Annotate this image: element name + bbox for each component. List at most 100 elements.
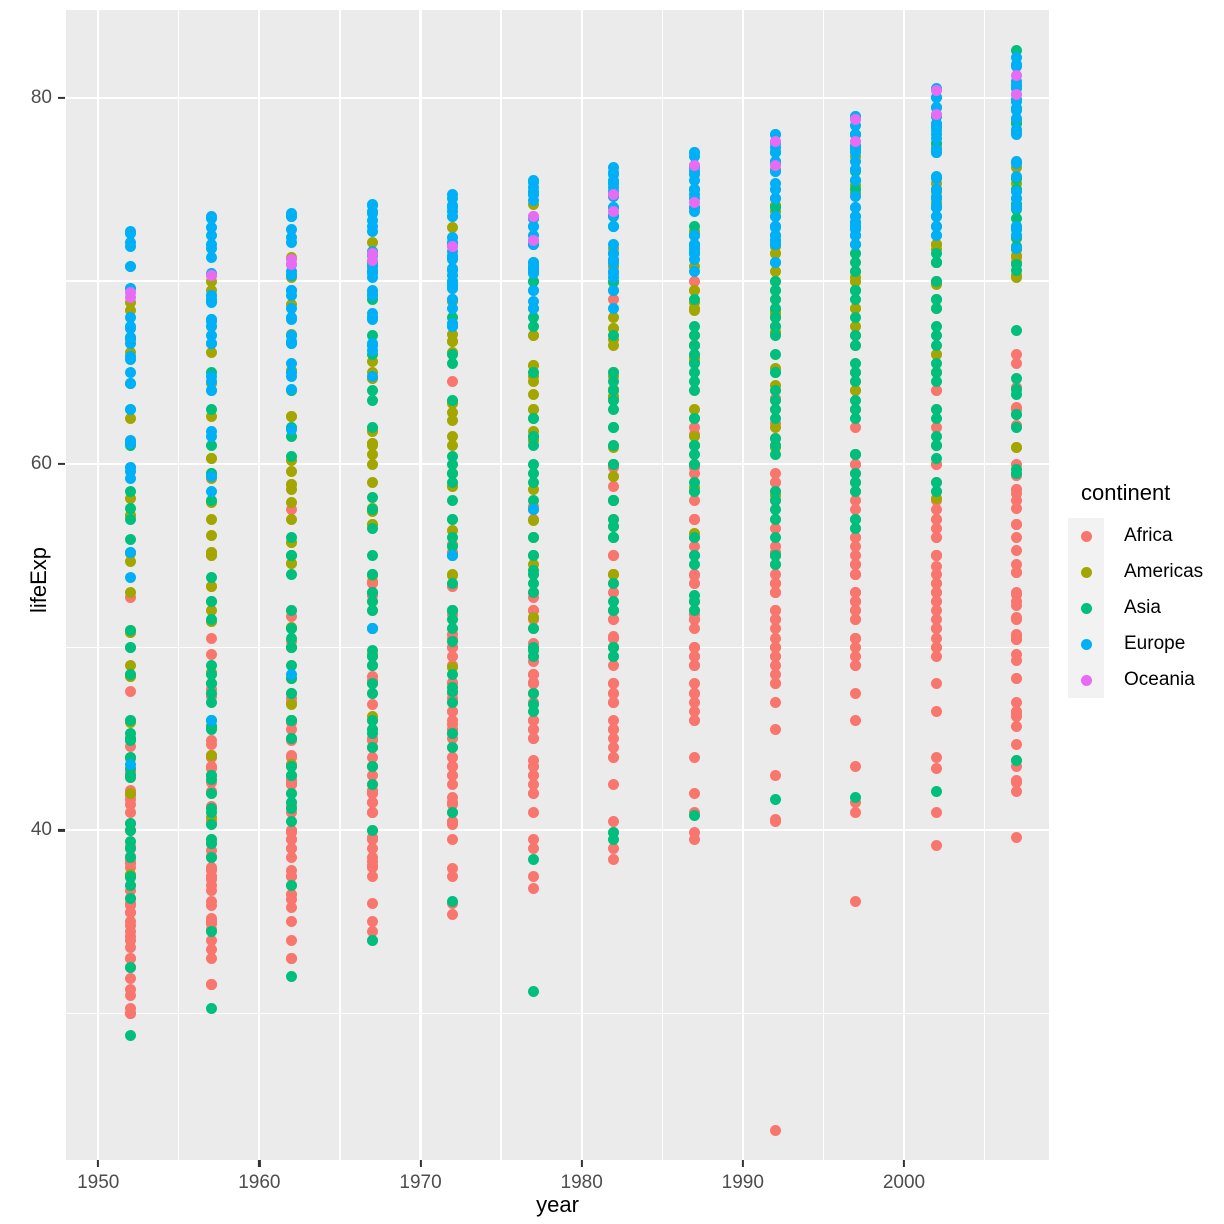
legend-item-europe[interactable]: Europe — [1068, 626, 1224, 662]
data-point — [930, 595, 942, 607]
legend-item-label: Europe — [1124, 633, 1186, 654]
data-point — [930, 119, 942, 131]
data-point — [286, 484, 298, 496]
legend-item-label: Americas — [1124, 561, 1204, 582]
data-point — [769, 367, 781, 379]
gridline-minor-vertical — [822, 10, 824, 1160]
data-point — [930, 623, 942, 635]
x-axis-tick-label: 1970 — [399, 1172, 442, 1193]
data-point — [1011, 672, 1023, 684]
data-point — [1011, 777, 1023, 789]
data-point — [124, 486, 136, 498]
y-axis-title: lifeExp — [26, 546, 51, 614]
data-point — [124, 226, 136, 238]
data-point — [769, 504, 781, 516]
legend-item-americas[interactable]: Americas — [1068, 554, 1224, 590]
data-point — [286, 687, 298, 699]
gridline-major-vertical — [97, 10, 100, 1160]
data-point — [769, 183, 781, 195]
data-point — [124, 806, 136, 818]
data-point — [124, 260, 136, 272]
data-point — [688, 788, 700, 800]
data-point — [124, 354, 136, 366]
data-point — [930, 786, 942, 798]
data-point — [930, 321, 942, 333]
data-point — [366, 440, 378, 452]
data-point — [527, 650, 539, 662]
data-point — [205, 370, 217, 382]
data-point — [688, 577, 700, 589]
data-point — [205, 313, 217, 325]
data-point — [205, 229, 217, 241]
data-point — [205, 819, 217, 831]
data-point — [366, 370, 378, 382]
data-point — [447, 495, 459, 507]
data-point — [205, 385, 217, 397]
data-point — [527, 476, 539, 488]
x-axis-tick-mark — [741, 1160, 744, 1167]
data-point — [447, 870, 459, 882]
data-point — [447, 806, 459, 818]
data-point — [930, 275, 942, 287]
data-point — [447, 275, 459, 287]
data-point — [124, 892, 136, 904]
legend-item-asia[interactable]: Asia — [1068, 590, 1224, 626]
data-point — [205, 270, 217, 282]
data-point — [286, 568, 298, 580]
data-point — [608, 220, 620, 232]
data-point — [527, 843, 539, 855]
data-point — [366, 779, 378, 791]
data-point — [1011, 324, 1023, 336]
data-point — [205, 788, 217, 800]
legend-key-swatch — [1068, 590, 1104, 626]
data-point — [447, 458, 459, 470]
data-point — [124, 367, 136, 379]
data-point — [688, 348, 700, 360]
data-point — [447, 348, 459, 360]
data-point — [205, 896, 217, 908]
data-point — [930, 632, 942, 644]
data-point — [527, 302, 539, 314]
legend-item-oceania[interactable]: Oceania — [1068, 662, 1224, 698]
data-point — [286, 411, 298, 423]
data-point — [527, 806, 539, 818]
data-point — [527, 440, 539, 452]
legend-key-swatch — [1068, 518, 1104, 554]
data-point — [286, 953, 298, 965]
data-point — [366, 586, 378, 598]
data-point — [286, 971, 298, 983]
x-axis-tick-mark — [97, 1160, 100, 1167]
data-point — [527, 669, 539, 681]
data-point — [1011, 630, 1023, 642]
data-point — [930, 806, 942, 818]
data-point — [124, 962, 136, 974]
data-point — [688, 330, 700, 342]
data-point — [769, 394, 781, 406]
data-point — [850, 632, 862, 644]
data-point — [850, 376, 862, 388]
data-point — [1011, 720, 1023, 732]
data-point — [447, 577, 459, 589]
data-point — [688, 486, 700, 498]
legend-item-africa[interactable]: Africa — [1068, 518, 1224, 554]
data-point — [527, 687, 539, 699]
x-axis-tick-label: 1990 — [721, 1172, 764, 1193]
data-point — [1011, 696, 1023, 708]
data-point — [205, 297, 217, 309]
data-point — [850, 760, 862, 772]
data-point — [769, 696, 781, 708]
data-point — [366, 916, 378, 928]
data-point — [527, 550, 539, 562]
data-point — [205, 486, 217, 498]
data-point — [286, 934, 298, 946]
data-point — [124, 769, 136, 781]
data-point — [608, 605, 620, 617]
gridline-major-vertical — [580, 10, 583, 1160]
legend: continent Africa Americas Asia Europe Oceani… — [1068, 480, 1224, 698]
data-point — [608, 779, 620, 791]
data-point — [366, 385, 378, 397]
data-point — [366, 687, 378, 699]
data-point — [930, 403, 942, 415]
data-point — [527, 220, 539, 232]
x-axis-tick-label: 1980 — [560, 1172, 603, 1193]
